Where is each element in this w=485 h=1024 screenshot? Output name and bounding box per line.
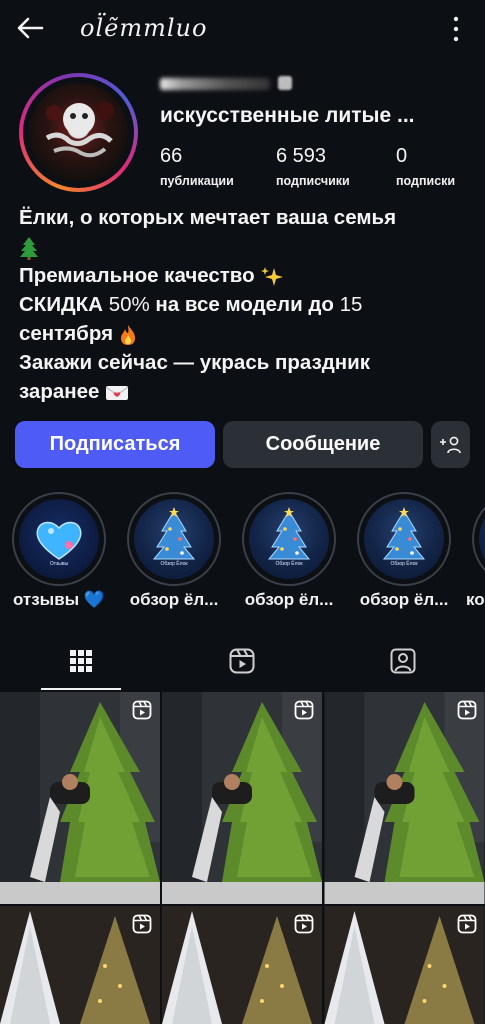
more-vertical-icon[interactable] [451, 14, 461, 44]
post-thumbnail[interactable] [162, 692, 322, 904]
avatar[interactable] [19, 73, 138, 192]
reel-badge-icon [457, 700, 477, 720]
active-tab-indicator [41, 688, 121, 690]
avatar-image [29, 83, 128, 182]
stat-following[interactable]: 0 подписки [396, 145, 455, 188]
highlight-tree-review-1[interactable]: Обзор Ёлок обзор ёл... [127, 492, 221, 609]
love-letter-emoji [105, 385, 129, 400]
christmas-tree-icon [152, 507, 196, 560]
highlight-tree-review-3-label: обзор ёл... [359, 590, 449, 609]
suggest-people-button[interactable] [431, 421, 470, 468]
tab-reels[interactable] [161, 630, 322, 692]
highlight-reviews-caption: Отзывы [49, 561, 69, 567]
stat-following-value: 0 [396, 145, 408, 167]
reel-badge-icon [457, 914, 477, 934]
stat-posts[interactable]: 66 публикации [160, 145, 234, 188]
bio-line-3: Премиальное качество [19, 264, 255, 287]
stat-following-label: подписки [396, 174, 456, 188]
post-thumbnail[interactable] [162, 906, 322, 1024]
stat-posts-label: публикации [160, 174, 234, 188]
bio-line-5: сентября [19, 322, 114, 345]
profile-username: ol̈ẽmmluo [80, 14, 208, 42]
profile-full-name: искусственные литые ... [160, 104, 415, 127]
christmas-tree-icon [382, 507, 426, 560]
tagged-icon [390, 648, 415, 674]
bio-discount-date: 15 [339, 293, 363, 316]
highlight-reviews-label: отзывы 💙 [12, 590, 106, 609]
stat-followers-value: 6 593 [276, 145, 327, 167]
bio-line-6: Закажи сейчас — укрась праздник [19, 351, 371, 374]
grid-icon [69, 650, 92, 672]
stat-followers-label: подписчики [276, 174, 350, 188]
bio-discount-percent: 50% [108, 293, 150, 316]
top-bar: ol̈ẽmmluo [0, 0, 485, 58]
bio-line-1: Ёлки, о которых мечтает ваша семья [19, 206, 397, 229]
tab-tagged[interactable] [322, 630, 483, 692]
christmas-tree-icon [267, 507, 311, 560]
reel-badge-icon [294, 700, 314, 720]
blue-heart-icon [36, 521, 82, 560]
post-thumbnail[interactable] [0, 906, 160, 1024]
message-button[interactable]: Сообщение [223, 421, 423, 468]
bio-discount-text: на все модели до [155, 293, 334, 316]
highlight-reviews[interactable]: Отзывы отзывы 💙 [12, 492, 106, 609]
sparkles-emoji [261, 266, 284, 286]
post-thumbnail[interactable] [0, 692, 160, 904]
add-person-icon [439, 436, 461, 453]
highlight-tree-review-3-caption: Обзор Ёлок [390, 561, 418, 567]
posts-grid [0, 692, 485, 1024]
reels-icon [229, 648, 254, 674]
back-arrow-icon[interactable] [14, 12, 46, 44]
reel-badge-icon [294, 914, 314, 934]
christmas-tree-emoji [20, 236, 38, 260]
post-thumbnail[interactable] [324, 906, 485, 1024]
highlight-partial-label: ко [466, 590, 485, 609]
profile-name-blurred [160, 72, 400, 94]
profile-tabs [0, 630, 485, 692]
fire-emoji [120, 324, 135, 345]
highlight-partial[interactable]: ко [466, 492, 485, 609]
highlight-tree-review-1-caption: Обзор Ёлок [160, 561, 188, 567]
stat-followers[interactable]: 6 593 подписчики [276, 145, 350, 188]
tab-posts-grid[interactable] [0, 630, 161, 692]
highlight-tree-review-2[interactable]: Обзор Ёлок обзор ёл... [242, 492, 336, 609]
post-thumbnail[interactable] [324, 692, 485, 904]
reel-badge-icon [132, 914, 152, 934]
reel-badge-icon [132, 700, 152, 720]
follow-button[interactable]: Подписаться [15, 421, 215, 468]
highlight-tree-review-2-label: обзор ёл... [244, 590, 334, 609]
stat-posts-value: 66 [160, 145, 183, 167]
bio-discount-label: СКИДКА [19, 293, 103, 316]
highlight-tree-review-2-caption: Обзор Ёлок [275, 561, 303, 567]
profile-bio: Ёлки, о которых мечтает ваша семья Преми… [19, 203, 474, 406]
bio-line-7: заранее [19, 380, 100, 403]
highlight-tree-review-3[interactable]: Обзор Ёлок обзор ёл... [357, 492, 451, 609]
highlight-tree-review-1-label: обзор ёл... [129, 590, 219, 609]
